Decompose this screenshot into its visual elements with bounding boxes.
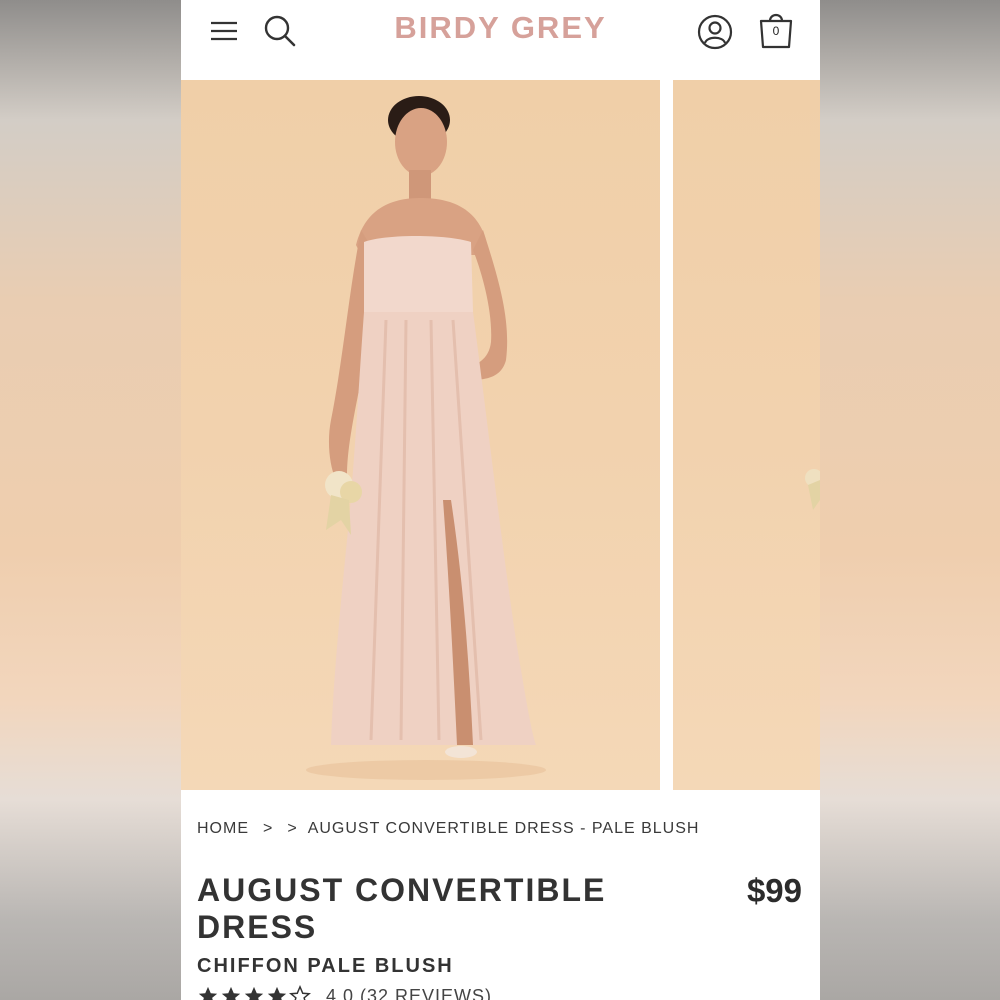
product-image-carousel[interactable] [181,80,820,790]
breadcrumb: HOME > > AUGUST CONVERTIBLE DRESS - PALE… [197,820,699,838]
star-empty-icon [289,985,311,1000]
model-in-dress-illustration [306,96,546,780]
account-button[interactable] [695,12,735,52]
backdrop-right [819,0,1000,1000]
breadcrumb-separator: > [287,820,298,837]
product-price: $99 [746,872,802,909]
product-image-next[interactable] [673,80,820,790]
star-filled-icon [221,986,241,1000]
product-image-main[interactable] [181,80,660,790]
site-header: BIRDY GREY 0 [181,0,820,80]
account-icon [697,14,733,50]
star-filled-icon [198,986,218,1000]
backdrop-left [0,0,181,1000]
cart-count-badge: 0 [772,24,780,38]
star-filled-icon [267,986,287,1000]
product-rating[interactable]: 4.0 (32 REVIEWS) [197,985,492,1000]
star-rating [197,985,312,1000]
mobile-product-page: BIRDY GREY 0 HOME > > AUGUST CONVERTIBLE… [181,0,820,1000]
breadcrumb-separator: > [263,820,274,837]
product-title: AUGUST CONVERTIBLE DRESS [197,872,607,945]
breadcrumb-current: AUGUST CONVERTIBLE DRESS - PALE BLUSH [307,820,700,837]
cart-button[interactable]: 0 [755,8,797,52]
breadcrumb-home-link[interactable]: HOME [197,820,249,838]
rating-reviews-link[interactable]: 4.0 (32 REVIEWS) [326,986,492,1000]
star-filled-icon [244,986,264,1000]
product-fabric-color: CHIFFON PALE BLUSH [197,955,454,977]
partial-bouquet-illustration [805,469,820,510]
